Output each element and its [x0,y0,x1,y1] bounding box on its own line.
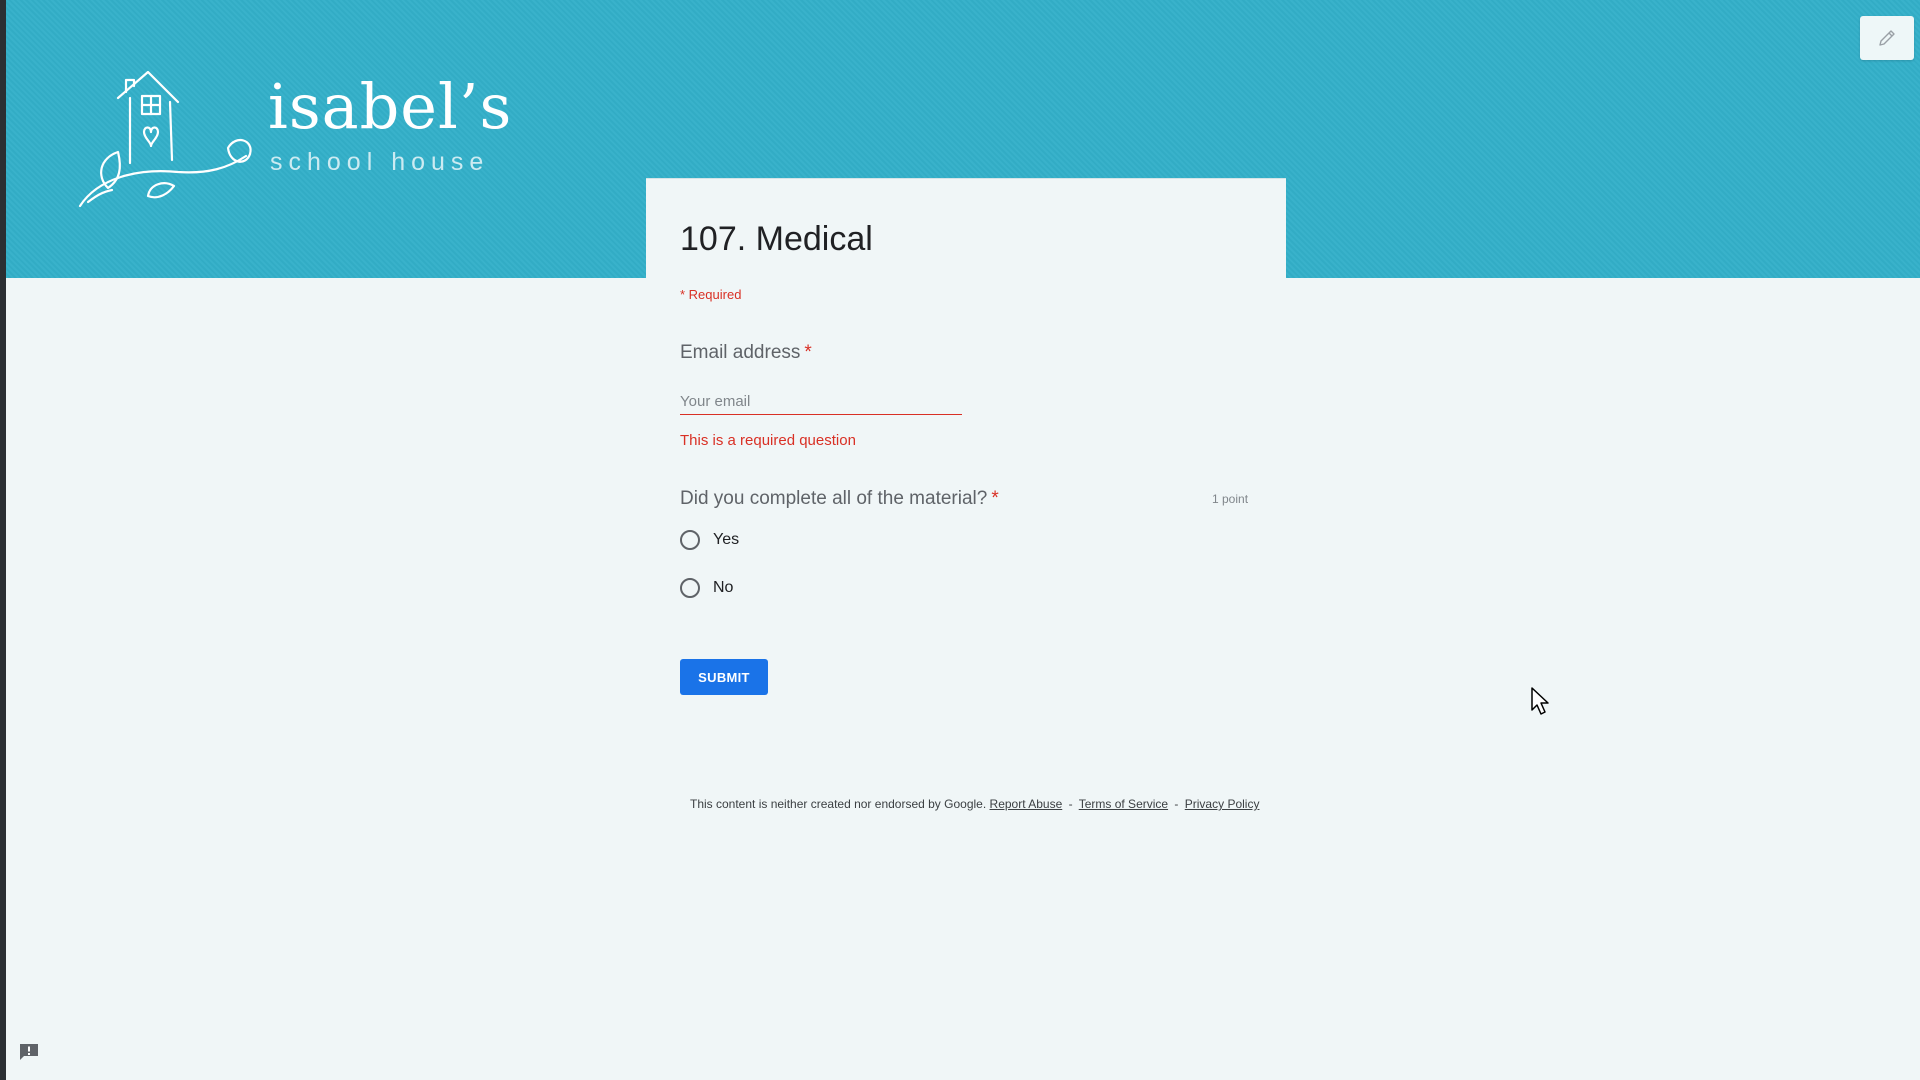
mouse-cursor-icon [1531,687,1549,715]
edit-button[interactable] [1860,16,1914,60]
email-question-label: Email address [680,342,801,363]
material-question-title: Did you complete all of the material? * [680,488,999,510]
pencil-icon [1879,30,1895,46]
material-question-label: Did you complete all of the material? [680,488,988,509]
footer-separator: - [1068,797,1073,811]
submit-button[interactable]: SUBMIT [680,659,768,695]
footer: This content is neither created nor endo… [690,797,1259,811]
required-note: * Required [680,287,742,302]
logo-title: isabel’s [268,70,513,143]
footer-separator: - [1174,797,1179,811]
required-asterisk: * [991,488,999,509]
points-badge: 1 point [1212,492,1249,506]
email-field[interactable] [680,388,962,415]
radio-label-yes: Yes [713,531,740,548]
radio-button-no[interactable] [680,578,700,598]
terms-of-service-link[interactable]: Terms of Service [1079,797,1168,811]
footer-disclaimer: This content is neither created nor endo… [690,797,987,811]
privacy-policy-link[interactable]: Privacy Policy [1185,797,1260,811]
radio-button-yes[interactable] [680,530,700,550]
house-logo-icon [78,70,252,208]
radio-label-no: No [713,579,734,596]
required-asterisk: * [804,342,812,363]
logo: isabel’s school house [78,68,511,208]
radio-option-no[interactable]: No [680,578,733,598]
report-abuse-link[interactable]: Report Abuse [990,797,1063,811]
logo-subtitle: school house [270,148,490,176]
feedback-icon [20,1044,38,1060]
page-title: 107. Medical [680,220,873,258]
feedback-button[interactable] [18,1042,40,1062]
email-error-message: This is a required question [680,432,856,449]
email-question-title: Email address * [680,342,812,364]
radio-option-yes[interactable]: Yes [680,530,739,550]
